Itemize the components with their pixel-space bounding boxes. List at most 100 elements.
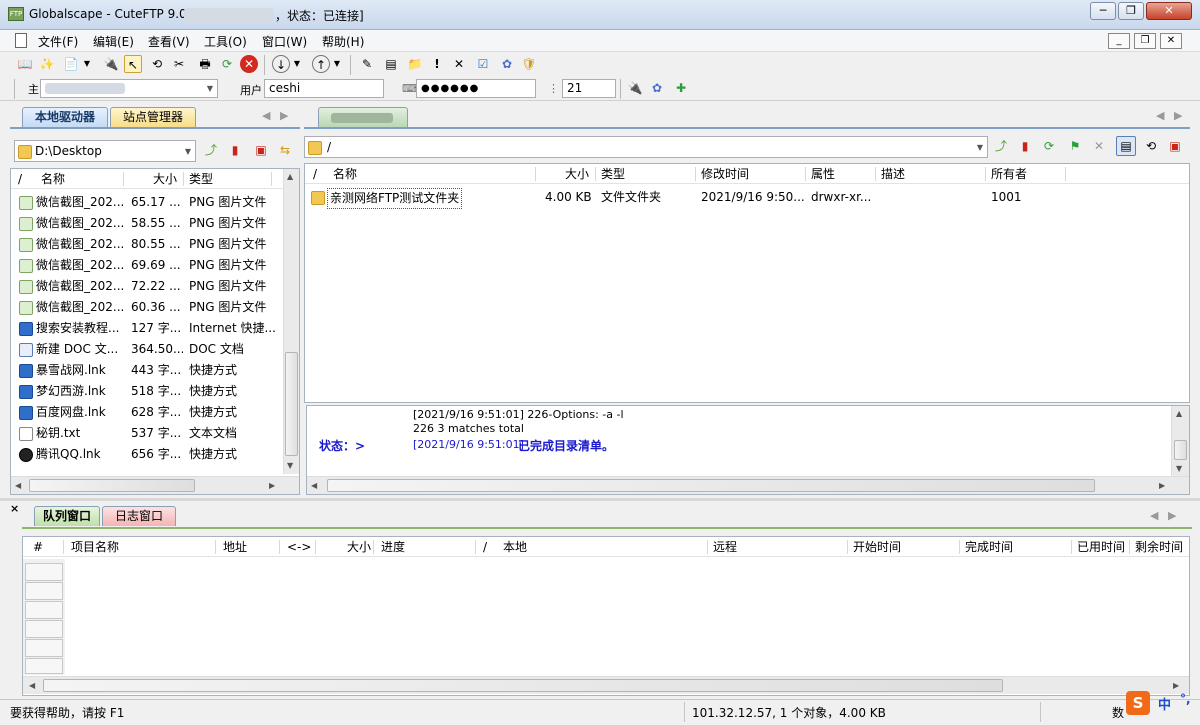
list-item[interactable]: 微信截图_202... 69.69 ... PNG 图片文件: [11, 255, 283, 276]
list-item[interactable]: 微信截图_202... 60.36 ... PNG 图片文件: [11, 297, 283, 318]
col-size[interactable]: 大小: [561, 164, 589, 184]
tab-site-manager[interactable]: 站点管理器: [110, 107, 196, 127]
disconnect-icon[interactable]: ✂: [170, 55, 188, 73]
filter-icon[interactable]: ⚑: [1066, 137, 1084, 155]
list-item[interactable]: 新建 DOC 文... 364.50... DOC 文档: [11, 339, 283, 360]
sync-folders-icon[interactable]: ⇆: [276, 141, 294, 159]
pointer-mode-icon[interactable]: ↖: [124, 55, 142, 73]
list-item[interactable]: 腾讯QQ.lnk 656 字... 快捷方式: [11, 444, 283, 465]
tab-queue-window[interactable]: 队列窗口: [34, 506, 100, 526]
menu-edit[interactable]: 编辑(E): [93, 33, 134, 50]
col-direction[interactable]: <->: [283, 537, 311, 557]
log-hscrollbar[interactable]: ◀ ▶: [307, 476, 1189, 494]
close-button[interactable]: ✕: [1146, 2, 1192, 20]
table-row[interactable]: 亲测网络FTP测试文件夹 4.00 KB 文件文件夹 2021/9/16 9:5…: [305, 187, 1189, 209]
col-local[interactable]: 本地: [499, 537, 527, 557]
col-size[interactable]: 大小: [149, 169, 177, 189]
download-icon[interactable]: ↓: [272, 55, 290, 73]
scroll-right-icon[interactable]: ▶: [269, 481, 275, 490]
chevron-down-icon[interactable]: ▼: [185, 142, 191, 162]
col-start-time[interactable]: 开始时间: [849, 537, 901, 557]
tab-log-window[interactable]: 日志窗口: [102, 506, 176, 526]
tab-scroll-left-icon[interactable]: ◀: [1156, 109, 1164, 122]
ime-mode[interactable]: 中: [1158, 694, 1171, 713]
new-file-icon[interactable]: 📄: [62, 55, 80, 73]
download-dropdown-icon[interactable]: ▼: [292, 55, 302, 73]
tab-scroll-right-icon[interactable]: ▶: [1174, 109, 1182, 122]
execute-icon[interactable]: !: [428, 55, 446, 73]
col-item-name[interactable]: 项目名称: [67, 537, 119, 557]
properties-icon[interactable]: ☑: [474, 55, 492, 73]
list-item[interactable]: 微信截图_202... 80.55 ... PNG 图片文件: [11, 234, 283, 255]
tab-scroll-left-icon[interactable]: ◀: [262, 109, 270, 122]
scroll-down-icon[interactable]: ▼: [1176, 464, 1182, 473]
list-item[interactable]: 秘钥.txt 537 字... 文本文档: [11, 423, 283, 444]
col-sort[interactable]: /: [309, 164, 317, 184]
add-to-site-manager-icon[interactable]: ✚: [672, 79, 690, 97]
new-local-folder-icon[interactable]: ▣: [252, 141, 270, 159]
col-name[interactable]: 名称: [329, 164, 357, 184]
menu-window[interactable]: 窗口(W): [262, 33, 307, 50]
upload-dropdown-icon[interactable]: ▼: [332, 55, 342, 73]
list-item[interactable]: 暴雪战网.lnk 443 字... 快捷方式: [11, 360, 283, 381]
menu-tools[interactable]: 工具(O): [204, 33, 247, 50]
maximize-button[interactable]: ❐: [1118, 2, 1144, 20]
scroll-thumb[interactable]: [327, 479, 1095, 492]
local-vscrollbar[interactable]: ▲ ▼: [283, 169, 299, 474]
new-folder-icon[interactable]: 📁: [406, 55, 424, 73]
local-hscrollbar[interactable]: ◀ ▶: [11, 476, 299, 494]
minimize-button[interactable]: ─: [1090, 2, 1116, 20]
scroll-thumb[interactable]: [285, 352, 298, 456]
col-size[interactable]: 大小: [343, 537, 371, 557]
upload-icon[interactable]: ↑: [312, 55, 330, 73]
new-remote-folder-icon[interactable]: ▣: [1166, 137, 1184, 155]
username-input[interactable]: ceshi: [264, 79, 384, 98]
scroll-up-icon[interactable]: ▲: [1176, 409, 1182, 418]
refresh-icon[interactable]: ⟳: [1040, 137, 1058, 155]
close-pane-icon[interactable]: ×: [10, 502, 19, 515]
scroll-left-icon[interactable]: ◀: [15, 481, 21, 490]
col-elapsed-time[interactable]: 已用时间: [1073, 537, 1125, 557]
scroll-right-icon[interactable]: ▶: [1173, 681, 1179, 690]
reconnect-icon[interactable]: ⟲: [1142, 137, 1160, 155]
up-folder-icon[interactable]: ⤴: [992, 137, 1010, 155]
bookmark-icon[interactable]: ▮: [226, 141, 244, 159]
col-remaining-time[interactable]: 剩余时间: [1131, 537, 1183, 557]
scroll-right-icon[interactable]: ▶: [1159, 481, 1165, 490]
col-owner[interactable]: 所有者: [987, 164, 1027, 184]
bookmark-icon[interactable]: ▮: [1016, 137, 1034, 155]
print-icon[interactable]: 🖶: [196, 55, 214, 73]
col-sort[interactable]: /: [479, 537, 487, 557]
menu-help[interactable]: 帮助(H): [322, 33, 364, 50]
tab-scroll-right-icon[interactable]: ▶: [1168, 509, 1176, 522]
list-item[interactable]: 微信截图_202... 65.17 ... PNG 图片文件: [11, 192, 283, 213]
col-finish-time[interactable]: 完成时间: [961, 537, 1013, 557]
delete-icon[interactable]: ✕: [450, 55, 468, 73]
scroll-thumb[interactable]: [1174, 440, 1187, 460]
col-address[interactable]: 地址: [219, 537, 247, 557]
list-item[interactable]: 微信截图_202... 58.55 ... PNG 图片文件: [11, 213, 283, 234]
list-item[interactable]: 微信截图_202... 72.22 ... PNG 图片文件: [11, 276, 283, 297]
list-item[interactable]: 搜索安装教程... 127 字... Internet 快捷...: [11, 318, 283, 339]
ime-punctuation-icon[interactable]: °,: [1180, 692, 1191, 706]
menu-file[interactable]: 文件(F): [38, 33, 78, 50]
list-item[interactable]: 百度网盘.lnk 628 字... 快捷方式: [11, 402, 283, 423]
mdi-minimize-button[interactable]: _: [1108, 33, 1130, 49]
quick-connect-icon[interactable]: ✨: [38, 55, 56, 73]
up-folder-icon[interactable]: ⤴: [202, 141, 220, 159]
connect-wizard-icon[interactable]: 📖: [16, 55, 34, 73]
col-number[interactable]: #: [29, 537, 43, 557]
col-description[interactable]: 描述: [877, 164, 905, 184]
remote-path-combo[interactable]: / ▼: [304, 136, 988, 158]
security-shield-icon[interactable]: 🛡: [520, 55, 538, 73]
edit-icon[interactable]: ✎: [358, 55, 376, 73]
refresh-icon[interactable]: ⟳: [218, 55, 236, 73]
local-path-combo[interactable]: D:\Desktop ▼: [14, 140, 196, 162]
mdi-close-button[interactable]: ✕: [1160, 33, 1182, 49]
delete-icon[interactable]: ✕: [1090, 137, 1108, 155]
dropdown-arrow-icon[interactable]: ▼: [82, 55, 92, 73]
scroll-left-icon[interactable]: ◀: [311, 481, 317, 490]
scroll-down-icon[interactable]: ▼: [287, 461, 293, 470]
password-input[interactable]: ●●●●●●: [416, 79, 536, 98]
view-mode-icon[interactable]: ▤: [1116, 136, 1136, 156]
